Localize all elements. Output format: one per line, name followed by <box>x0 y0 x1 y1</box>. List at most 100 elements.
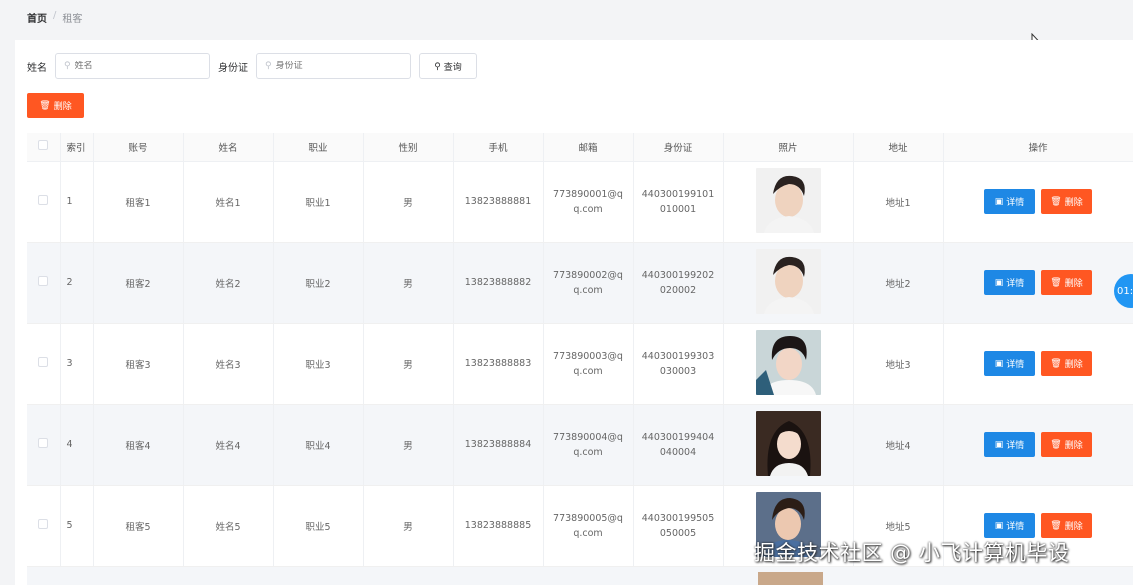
row-checkbox[interactable] <box>38 438 49 448</box>
batch-delete-label: 删除 <box>53 101 72 111</box>
detail-button[interactable]: ▣ 详情 <box>984 513 1035 538</box>
cell-actions: ▣ 详情 🗑 删除 <box>943 404 1133 486</box>
cell-index: 4 <box>60 404 94 486</box>
checkbox[interactable] <box>38 140 49 151</box>
cell-job: 职业2 <box>273 242 364 324</box>
query-button[interactable]: ⚲ 查询 <box>419 53 477 79</box>
breadcrumb-home[interactable]: 首页 <box>27 10 47 25</box>
delete-button[interactable]: 🗑 删除 <box>1041 189 1092 214</box>
main-panel: 姓名 ⚲ 身份证 ⚲ ⚲ 查询 🗑 删除 索引 账号 姓名 职业 性别 <box>15 40 1133 585</box>
cell-phone: 13823888882 <box>453 242 544 324</box>
document-icon: ▣ <box>994 277 1004 288</box>
cell-email: 773890004@qq.com <box>543 404 634 486</box>
name-label: 姓名 <box>27 62 47 74</box>
search-icon: ⚲ <box>64 61 71 71</box>
idcard-label: 身份证 <box>218 62 248 74</box>
cell-gender: 男 <box>363 404 454 486</box>
cell-account: 租客2 <box>93 242 184 324</box>
header-photo: 照片 <box>723 133 854 162</box>
search-icon: ⚲ <box>434 60 441 71</box>
cell-email: 773890001@qq.com <box>543 161 634 243</box>
row-checkbox[interactable] <box>38 519 49 529</box>
row-checkbox[interactable] <box>38 195 49 205</box>
cell-phone: 13823888884 <box>453 404 544 486</box>
cell-job: 职业3 <box>273 323 364 405</box>
header-address: 地址 <box>853 133 944 162</box>
delete-label: 删除 <box>1064 198 1083 208</box>
name-input[interactable] <box>74 61 195 71</box>
header-gender: 性别 <box>363 133 454 162</box>
detail-button[interactable]: ▣ 详情 <box>984 432 1035 457</box>
tenant-photo <box>755 167 821 233</box>
breadcrumb-separator: / <box>53 10 57 21</box>
cell-idcard: 440300199404040004 <box>633 404 724 486</box>
document-icon: ▣ <box>994 196 1004 207</box>
next-table-row-partial <box>27 567 1133 585</box>
detail-label: 详情 <box>1006 441 1025 451</box>
delete-label: 删除 <box>1064 522 1083 532</box>
breadcrumb-current: 租客 <box>62 14 83 25</box>
cell-account: 租客4 <box>93 404 184 486</box>
cell-address: 地址4 <box>853 404 944 486</box>
table-row: 4 租客4 姓名4 职业4 男 13823888884 773890004@qq… <box>27 404 1133 486</box>
delete-label: 删除 <box>1064 279 1083 289</box>
cell-index: 5 <box>60 485 94 567</box>
header-email: 邮箱 <box>543 133 634 162</box>
detail-label: 详情 <box>1006 198 1025 208</box>
delete-button[interactable]: 🗑 删除 <box>1041 351 1092 376</box>
cell-photo <box>723 242 854 324</box>
header-name: 姓名 <box>183 133 274 162</box>
cell-name: 姓名2 <box>183 242 274 324</box>
detail-label: 详情 <box>1006 360 1025 370</box>
floating-timer-label: 01:0 <box>1117 285 1133 297</box>
tenant-photo <box>758 572 823 585</box>
breadcrumb: 首页 / 租客 <box>27 10 82 25</box>
document-icon: ▣ <box>994 520 1004 531</box>
header-actions: 操作 <box>943 133 1133 162</box>
cell-idcard: 440300199101010001 <box>633 161 724 243</box>
table-header-row: 索引 账号 姓名 职业 性别 手机 邮箱 身份证 照片 地址 操作 <box>27 133 1133 162</box>
cell-index: 1 <box>60 161 94 243</box>
cell-phone: 13823888881 <box>453 161 544 243</box>
delete-button[interactable]: 🗑 删除 <box>1041 270 1092 295</box>
cell-gender: 男 <box>363 161 454 243</box>
name-search-field[interactable]: ⚲ <box>55 53 210 79</box>
detail-button[interactable]: ▣ 详情 <box>984 351 1035 376</box>
detail-label: 详情 <box>1006 522 1025 532</box>
cell-gender: 男 <box>363 242 454 324</box>
cell-phone: 13823888883 <box>453 323 544 405</box>
delete-button[interactable]: 🗑 删除 <box>1041 513 1092 538</box>
cell-account: 租客3 <box>93 323 184 405</box>
idcard-search-field[interactable]: ⚲ <box>256 53 411 79</box>
cell-name: 姓名3 <box>183 323 274 405</box>
cell-phone: 13823888885 <box>453 485 544 567</box>
cell-index: 2 <box>60 242 94 324</box>
table-row: 1 租客1 姓名1 职业1 男 13823888881 773890001@qq… <box>27 161 1133 243</box>
header-account: 账号 <box>93 133 184 162</box>
cell-job: 职业4 <box>273 404 364 486</box>
row-checkbox[interactable] <box>38 276 49 286</box>
idcard-input[interactable] <box>275 61 396 71</box>
cell-gender: 男 <box>363 485 454 567</box>
cell-account: 租客1 <box>93 161 184 243</box>
cell-photo <box>723 404 854 486</box>
trash-icon: 🗑 <box>39 100 51 110</box>
cell-idcard: 440300199505050005 <box>633 485 724 567</box>
cell-account: 租客5 <box>93 485 184 567</box>
cell-actions: ▣ 详情 🗑 删除 <box>943 323 1133 405</box>
cell-name: 姓名4 <box>183 404 274 486</box>
header-idcard: 身份证 <box>633 133 724 162</box>
cell-photo <box>723 161 854 243</box>
tenant-photo <box>755 329 821 395</box>
header-select-all[interactable] <box>27 133 61 162</box>
delete-button[interactable]: 🗑 删除 <box>1041 432 1092 457</box>
detail-button[interactable]: ▣ 详情 <box>984 189 1035 214</box>
document-icon: ▣ <box>994 439 1004 450</box>
cell-gender: 男 <box>363 323 454 405</box>
cell-address: 地址3 <box>853 323 944 405</box>
row-checkbox[interactable] <box>38 357 49 367</box>
batch-delete-button[interactable]: 🗑 删除 <box>27 93 84 118</box>
cell-actions: ▣ 详情 🗑 删除 <box>943 161 1133 243</box>
detail-button[interactable]: ▣ 详情 <box>984 270 1035 295</box>
search-bar: 姓名 ⚲ 身份证 ⚲ ⚲ 查询 <box>27 53 477 79</box>
